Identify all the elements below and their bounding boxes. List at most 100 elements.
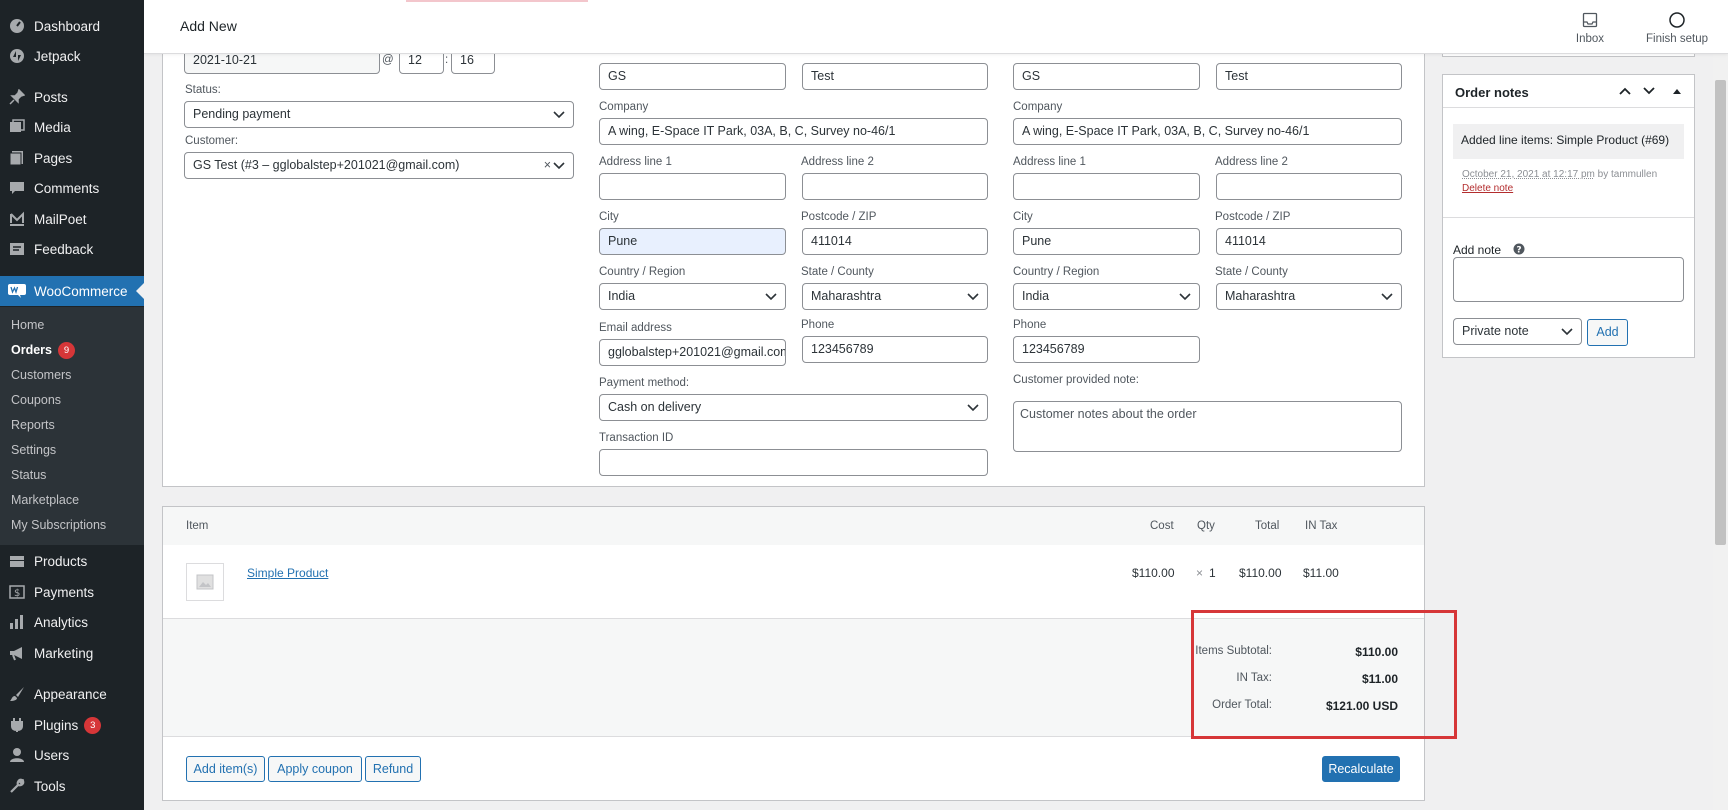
billing-state-select[interactable]: Maharashtra <box>802 283 988 310</box>
billing-address2-input[interactable] <box>802 173 988 200</box>
move-up-icon[interactable] <box>1618 86 1632 96</box>
submenu-label: Customers <box>11 368 72 382</box>
sidebar-item-plugins[interactable]: Plugins 3 <box>0 711 144 739</box>
billing-email-input[interactable]: gglobalstep+201021@gmail.com <box>599 339 786 366</box>
billing-city-input[interactable]: Pune <box>599 228 786 255</box>
billing-city-label: City <box>599 211 619 223</box>
shipping-address1-input[interactable] <box>1013 173 1200 200</box>
sidebar-item-users[interactable]: Users <box>0 741 144 769</box>
delete-note-link[interactable]: Delete note <box>1462 183 1513 194</box>
chevron-down-icon <box>553 162 565 170</box>
note-type-select[interactable]: Private note <box>1453 318 1582 345</box>
items-table-header <box>163 507 1424 545</box>
submenu-item-customers[interactable]: Customers <box>11 365 71 385</box>
sidebar-item-payments[interactable]: $ Payments <box>0 578 144 606</box>
dashboard-icon <box>8 17 26 35</box>
sidebar-item-label: Pages <box>34 150 73 166</box>
sidebar-item-analytics[interactable]: Analytics <box>0 608 144 636</box>
move-down-icon[interactable] <box>1642 86 1656 96</box>
sidebar-item-comments[interactable]: Comments <box>0 174 144 202</box>
billing-email-label: Email address <box>599 322 672 334</box>
shipping-state-select[interactable]: Maharashtra <box>1216 283 1402 310</box>
billing-state-label: State / County <box>801 266 874 278</box>
payment-method-label: Payment method: <box>599 377 690 389</box>
inbox-label: Inbox <box>1575 33 1605 45</box>
page-scrollbar[interactable] <box>1713 0 1728 810</box>
submenu-item-settings[interactable]: Settings <box>11 440 56 460</box>
shipping-first-name-input[interactable]: GS <box>1013 63 1200 90</box>
sidebar-item-label: Plugins <box>34 717 79 733</box>
sidebar-item-products[interactable]: Products <box>0 547 144 575</box>
sidebar-item-label: Feedback <box>34 241 94 257</box>
chevron-down-icon <box>967 293 979 301</box>
submenu-item-marketplace[interactable]: Marketplace <box>11 490 79 510</box>
submenu-label: Status <box>11 468 47 482</box>
shipping-last-name-input[interactable]: Test <box>1216 63 1402 90</box>
sidebar-item-woocommerce[interactable]: WooCommerce <box>0 276 144 306</box>
shipping-country-select[interactable]: India <box>1013 283 1200 310</box>
transaction-id-label: Transaction ID <box>599 432 674 444</box>
submenu-label: Settings <box>11 443 57 457</box>
sidebar-item-marketing[interactable]: Marketing <box>0 639 144 667</box>
shipping-company-input[interactable]: A wing, E-Space IT Park, 03A, B, C, Surv… <box>1013 118 1402 145</box>
header-tab-underline <box>406 0 588 2</box>
inbox-button[interactable]: Inbox <box>1565 10 1615 45</box>
scrollbar-thumb[interactable] <box>1715 80 1726 545</box>
finish-setup-button[interactable]: Finish setup <box>1632 10 1722 45</box>
submenu-item-home[interactable]: Home <box>11 315 44 335</box>
submenu-item-coupons[interactable]: Coupons <box>11 390 61 410</box>
comment-icon <box>8 179 26 197</box>
payment-method-select[interactable]: Cash on delivery <box>599 394 988 421</box>
shipping-phone-input[interactable]: 123456789 <box>1013 336 1200 363</box>
sidebar-item-pages[interactable]: Pages <box>0 144 144 172</box>
sidebar-item-appearance[interactable]: Appearance <box>0 680 144 708</box>
note-type-value: Private note <box>1462 324 1529 338</box>
add-items-button[interactable]: Add item(s) <box>186 756 265 782</box>
submenu-label: Marketplace <box>11 493 80 507</box>
billing-country-select[interactable]: India <box>599 283 786 310</box>
shipping-postcode-input[interactable]: 411014 <box>1216 228 1402 255</box>
collapse-toggle-icon[interactable] <box>1672 87 1682 95</box>
billing-last-name-input[interactable]: Test <box>802 63 988 90</box>
clear-customer-icon[interactable]: × <box>544 153 551 178</box>
submenu-label: Home <box>11 318 45 332</box>
submenu-item-status[interactable]: Status <box>11 465 46 485</box>
user-icon <box>8 746 26 764</box>
order-notes-panel <box>1442 74 1695 358</box>
chevron-down-icon <box>967 404 979 412</box>
product-link[interactable]: Simple Product <box>247 566 328 580</box>
sidebar-item-posts[interactable]: Posts <box>0 83 144 111</box>
billing-company-input[interactable]: A wing, E-Space IT Park, 03A, B, C, Surv… <box>599 118 988 145</box>
refund-button[interactable]: Refund <box>365 756 421 782</box>
billing-address1-input[interactable] <box>599 173 786 200</box>
sidebar-item-mailpoet[interactable]: MailPoet <box>0 205 144 233</box>
add-note-button[interactable]: Add <box>1587 319 1628 346</box>
wrench-icon <box>8 777 26 795</box>
svg-text:?: ? <box>1516 246 1521 256</box>
billing-phone-input[interactable]: 123456789 <box>802 336 988 363</box>
sidebar-item-feedback[interactable]: Feedback <box>0 235 144 263</box>
help-icon[interactable]: ? <box>1513 243 1525 255</box>
billing-first-name-input[interactable]: GS <box>599 63 786 90</box>
sidebar-item-media[interactable]: Media <box>0 113 144 141</box>
sidebar-item-dashboard[interactable]: Dashboard <box>0 12 144 40</box>
order-status-select[interactable]: Pending payment <box>184 101 574 128</box>
add-note-textarea[interactable] <box>1453 257 1684 302</box>
customer-select[interactable]: GS Test (#3 – gglobalstep+201021@gmail.c… <box>184 152 574 179</box>
transaction-id-input[interactable] <box>599 449 988 476</box>
highlight-box <box>1191 610 1457 739</box>
recalculate-button[interactable]: Recalculate <box>1322 756 1400 782</box>
shipping-city-input[interactable]: Pune <box>1013 228 1200 255</box>
submenu-item-my-subscriptions[interactable]: My Subscriptions <box>11 515 106 535</box>
billing-postcode-label: Postcode / ZIP <box>801 211 877 223</box>
billing-address1-label: Address line 1 <box>599 156 672 168</box>
submenu-item-reports[interactable]: Reports <box>11 415 55 435</box>
customer-note-textarea[interactable]: Customer notes about the order <box>1013 401 1402 452</box>
submenu-item-orders[interactable]: Orders 9 <box>11 340 75 360</box>
sidebar-item-jetpack[interactable]: Jetpack <box>0 42 144 70</box>
sidebar-item-tools[interactable]: Tools <box>0 772 144 800</box>
apply-coupon-button[interactable]: Apply coupon <box>268 756 362 782</box>
sidebar-item-label: Dashboard <box>34 18 101 34</box>
billing-postcode-input[interactable]: 411014 <box>802 228 988 255</box>
shipping-address2-input[interactable] <box>1216 173 1402 200</box>
